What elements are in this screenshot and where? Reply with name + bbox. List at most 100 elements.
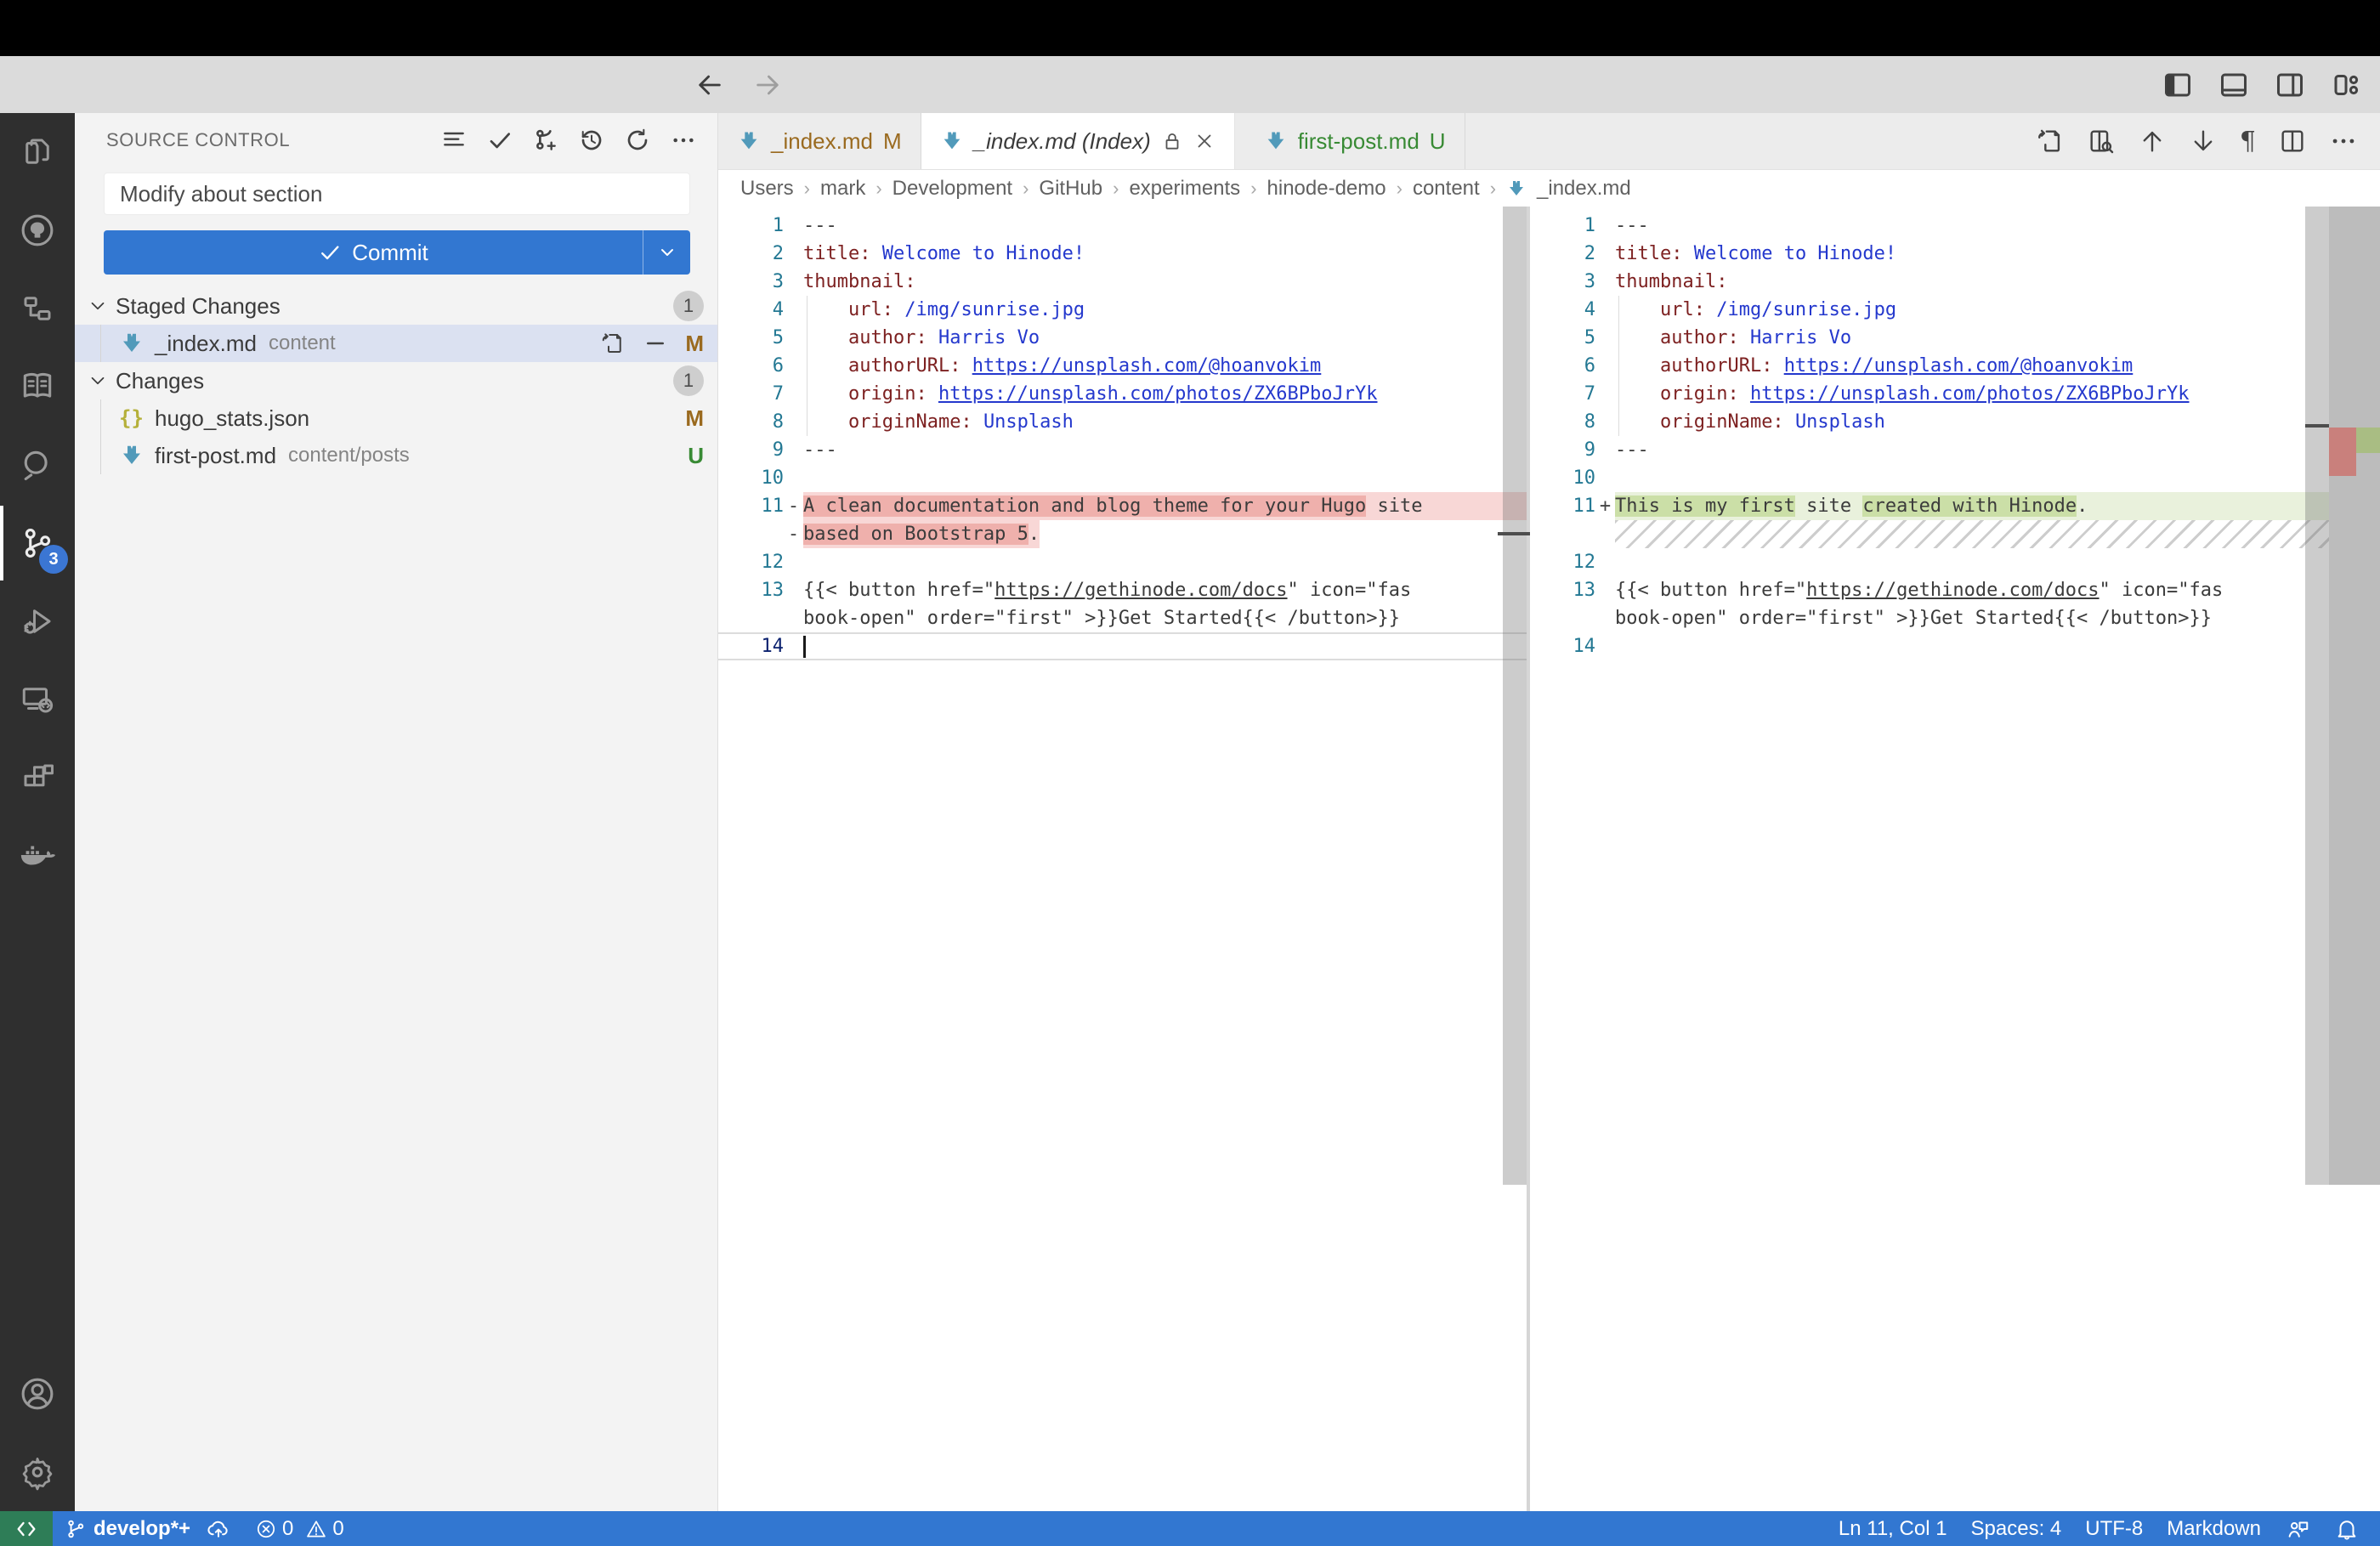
breadcrumb-item[interactable]: _index.md <box>1537 177 1631 201</box>
line-number[interactable]: 13 <box>718 580 784 601</box>
code-line[interactable]: 9--- <box>1530 436 2380 464</box>
history-forward-button[interactable] <box>753 71 782 99</box>
hierarchy-icon[interactable] <box>0 269 75 348</box>
code-line[interactable]: 3thumbnail: <box>718 268 1527 296</box>
notifications-bell-icon[interactable] <box>2322 1511 2372 1546</box>
code-line[interactable]: 1--- <box>718 212 1527 240</box>
line-number[interactable]: 10 <box>718 467 784 489</box>
open-file-icon[interactable] <box>600 331 626 356</box>
line-number[interactable]: 4 <box>718 299 784 320</box>
code-line[interactable]: book-open" order="first" >}}Get Started{… <box>1530 604 2380 632</box>
line-number[interactable]: 7 <box>718 383 784 405</box>
left-scrollbar[interactable] <box>1503 207 1527 1185</box>
more-actions-icon[interactable] <box>670 127 697 154</box>
settings-gear-icon[interactable] <box>0 1433 75 1511</box>
line-number[interactable]: 3 <box>718 271 784 292</box>
line-number[interactable]: 8 <box>1530 411 1595 433</box>
code-line[interactable]: 8 originName: Unsplash <box>1530 408 2380 436</box>
code-line[interactable]: 6 authorURL: https://unsplash.com/@hoanv… <box>1530 352 2380 380</box>
previous-change-icon[interactable] <box>2138 127 2167 156</box>
breadcrumb-item[interactable]: Development <box>892 177 1012 201</box>
line-number[interactable]: 1 <box>718 215 784 236</box>
commit-dropdown-chevron[interactable] <box>643 230 690 275</box>
code-line[interactable]: 4 url: /img/sunrise.jpg <box>718 296 1527 324</box>
changed-file-row[interactable]: first-post.md content/posts U <box>75 437 717 474</box>
docker-icon[interactable] <box>0 817 75 895</box>
line-number[interactable]: 6 <box>1530 355 1595 377</box>
code-line[interactable]: 6 authorURL: https://unsplash.com/@hoanv… <box>718 352 1527 380</box>
line-number[interactable]: 12 <box>1530 552 1595 573</box>
history-back-button[interactable] <box>695 71 724 99</box>
line-number[interactable]: 5 <box>718 327 784 348</box>
line-number[interactable]: 11 <box>1530 496 1595 517</box>
extensions-icon[interactable] <box>0 739 75 817</box>
line-number[interactable]: 9 <box>718 439 784 461</box>
line-number[interactable]: 10 <box>1530 467 1595 489</box>
customize-layout-icon[interactable] <box>2331 70 2361 100</box>
code-line[interactable]: 11+This is my first site created with Hi… <box>1530 492 2380 520</box>
line-number[interactable]: 4 <box>1530 299 1595 320</box>
toggle-secondary-sidebar-icon[interactable] <box>2275 70 2305 100</box>
line-number[interactable]: 14 <box>718 636 784 657</box>
tab-index-md[interactable]: _index.md M <box>718 113 921 169</box>
code-line[interactable]: 10 <box>718 464 1527 492</box>
refresh-icon[interactable] <box>624 127 651 154</box>
next-change-icon[interactable] <box>2189 127 2218 156</box>
line-number[interactable]: 8 <box>718 411 784 433</box>
line-number[interactable]: 9 <box>1530 439 1595 461</box>
language-mode[interactable]: Markdown <box>2155 1511 2273 1546</box>
changed-file-row[interactable]: {} hugo_stats.json M <box>75 399 717 437</box>
inline-view-icon[interactable] <box>2087 127 2116 156</box>
split-editor-icon[interactable] <box>2278 127 2307 156</box>
line-number[interactable]: 14 <box>1530 636 1595 657</box>
staged-file-row[interactable]: _index.md content M <box>75 325 717 362</box>
code-line[interactable]: 7 origin: https://unsplash.com/photos/ZX… <box>718 380 1527 408</box>
code-line[interactable]: 12 <box>718 548 1527 576</box>
code-line[interactable]: 2title: Welcome to Hinode! <box>718 240 1527 268</box>
history-icon[interactable] <box>578 127 605 154</box>
feedback-icon[interactable] <box>2273 1511 2322 1546</box>
source-control-icon[interactable]: 3 <box>0 504 75 582</box>
code-line[interactable]: 4 url: /img/sunrise.jpg <box>1530 296 2380 324</box>
whitespace-pilcrow-icon[interactable]: ¶ <box>2240 127 2256 156</box>
code-line[interactable]: 13{{< button href="https://gethinode.com… <box>1530 576 2380 604</box>
code-line[interactable]: 10 <box>1530 464 2380 492</box>
breadcrumb-item[interactable]: experiments <box>1129 177 1240 201</box>
commit-button[interactable]: Commit <box>104 230 690 275</box>
line-number[interactable]: 13 <box>1530 580 1595 601</box>
diff-original-pane[interactable]: 1---2title: Welcome to Hinode!3thumbnail… <box>718 207 1527 1511</box>
code-line[interactable]: 5 author: Harris Vo <box>1530 324 2380 352</box>
line-number[interactable]: 3 <box>1530 271 1595 292</box>
tab-index-md-diff[interactable]: _index.md (Index) <box>921 113 1235 169</box>
run-debug-icon[interactable] <box>0 582 75 660</box>
line-number[interactable]: 11 <box>718 496 784 517</box>
line-number[interactable]: 5 <box>1530 327 1595 348</box>
diff-modified-pane[interactable]: 1---2title: Welcome to Hinode!3thumbnail… <box>1530 207 2380 1511</box>
code-line[interactable]: 1--- <box>1530 212 2380 240</box>
code-line[interactable]: book-open" order="first" >}}Get Started{… <box>718 604 1527 632</box>
code-line[interactable]: 9--- <box>718 436 1527 464</box>
explorer-icon[interactable] <box>0 113 75 191</box>
code-line[interactable]: 13{{< button href="https://gethinode.com… <box>718 576 1527 604</box>
account-icon[interactable] <box>0 1355 75 1433</box>
create-branch-icon[interactable] <box>532 127 559 154</box>
search-icon[interactable] <box>0 426 75 504</box>
breadcrumb-item[interactable]: GitHub <box>1039 177 1102 201</box>
breadcrumb-item[interactable]: Users <box>740 177 794 201</box>
close-tab-icon[interactable] <box>1193 130 1216 152</box>
branch-status[interactable]: develop*+ <box>53 1511 243 1546</box>
commit-check-icon[interactable] <box>486 127 513 154</box>
tab-first-post-md[interactable]: first-post.md U <box>1245 113 1465 169</box>
line-number[interactable]: 1 <box>1530 215 1595 236</box>
toggle-primary-sidebar-icon[interactable] <box>2162 70 2193 100</box>
commit-message-input[interactable] <box>104 173 690 215</box>
cursor-position[interactable]: Ln 11, Col 1 <box>1827 1511 1959 1546</box>
line-number[interactable]: 6 <box>718 355 784 377</box>
code-line[interactable]: 11-A clean documentation and blog theme … <box>718 492 1527 520</box>
code-line[interactable]: 7 origin: https://unsplash.com/photos/ZX… <box>1530 380 2380 408</box>
docs-book-icon[interactable] <box>0 348 75 426</box>
encoding-setting[interactable]: UTF-8 <box>2073 1511 2155 1546</box>
code-line[interactable]: -based on Bootstrap 5. <box>718 520 1527 548</box>
breadcrumb-item[interactable]: content <box>1413 177 1480 201</box>
toggle-panel-icon[interactable] <box>2218 70 2249 100</box>
